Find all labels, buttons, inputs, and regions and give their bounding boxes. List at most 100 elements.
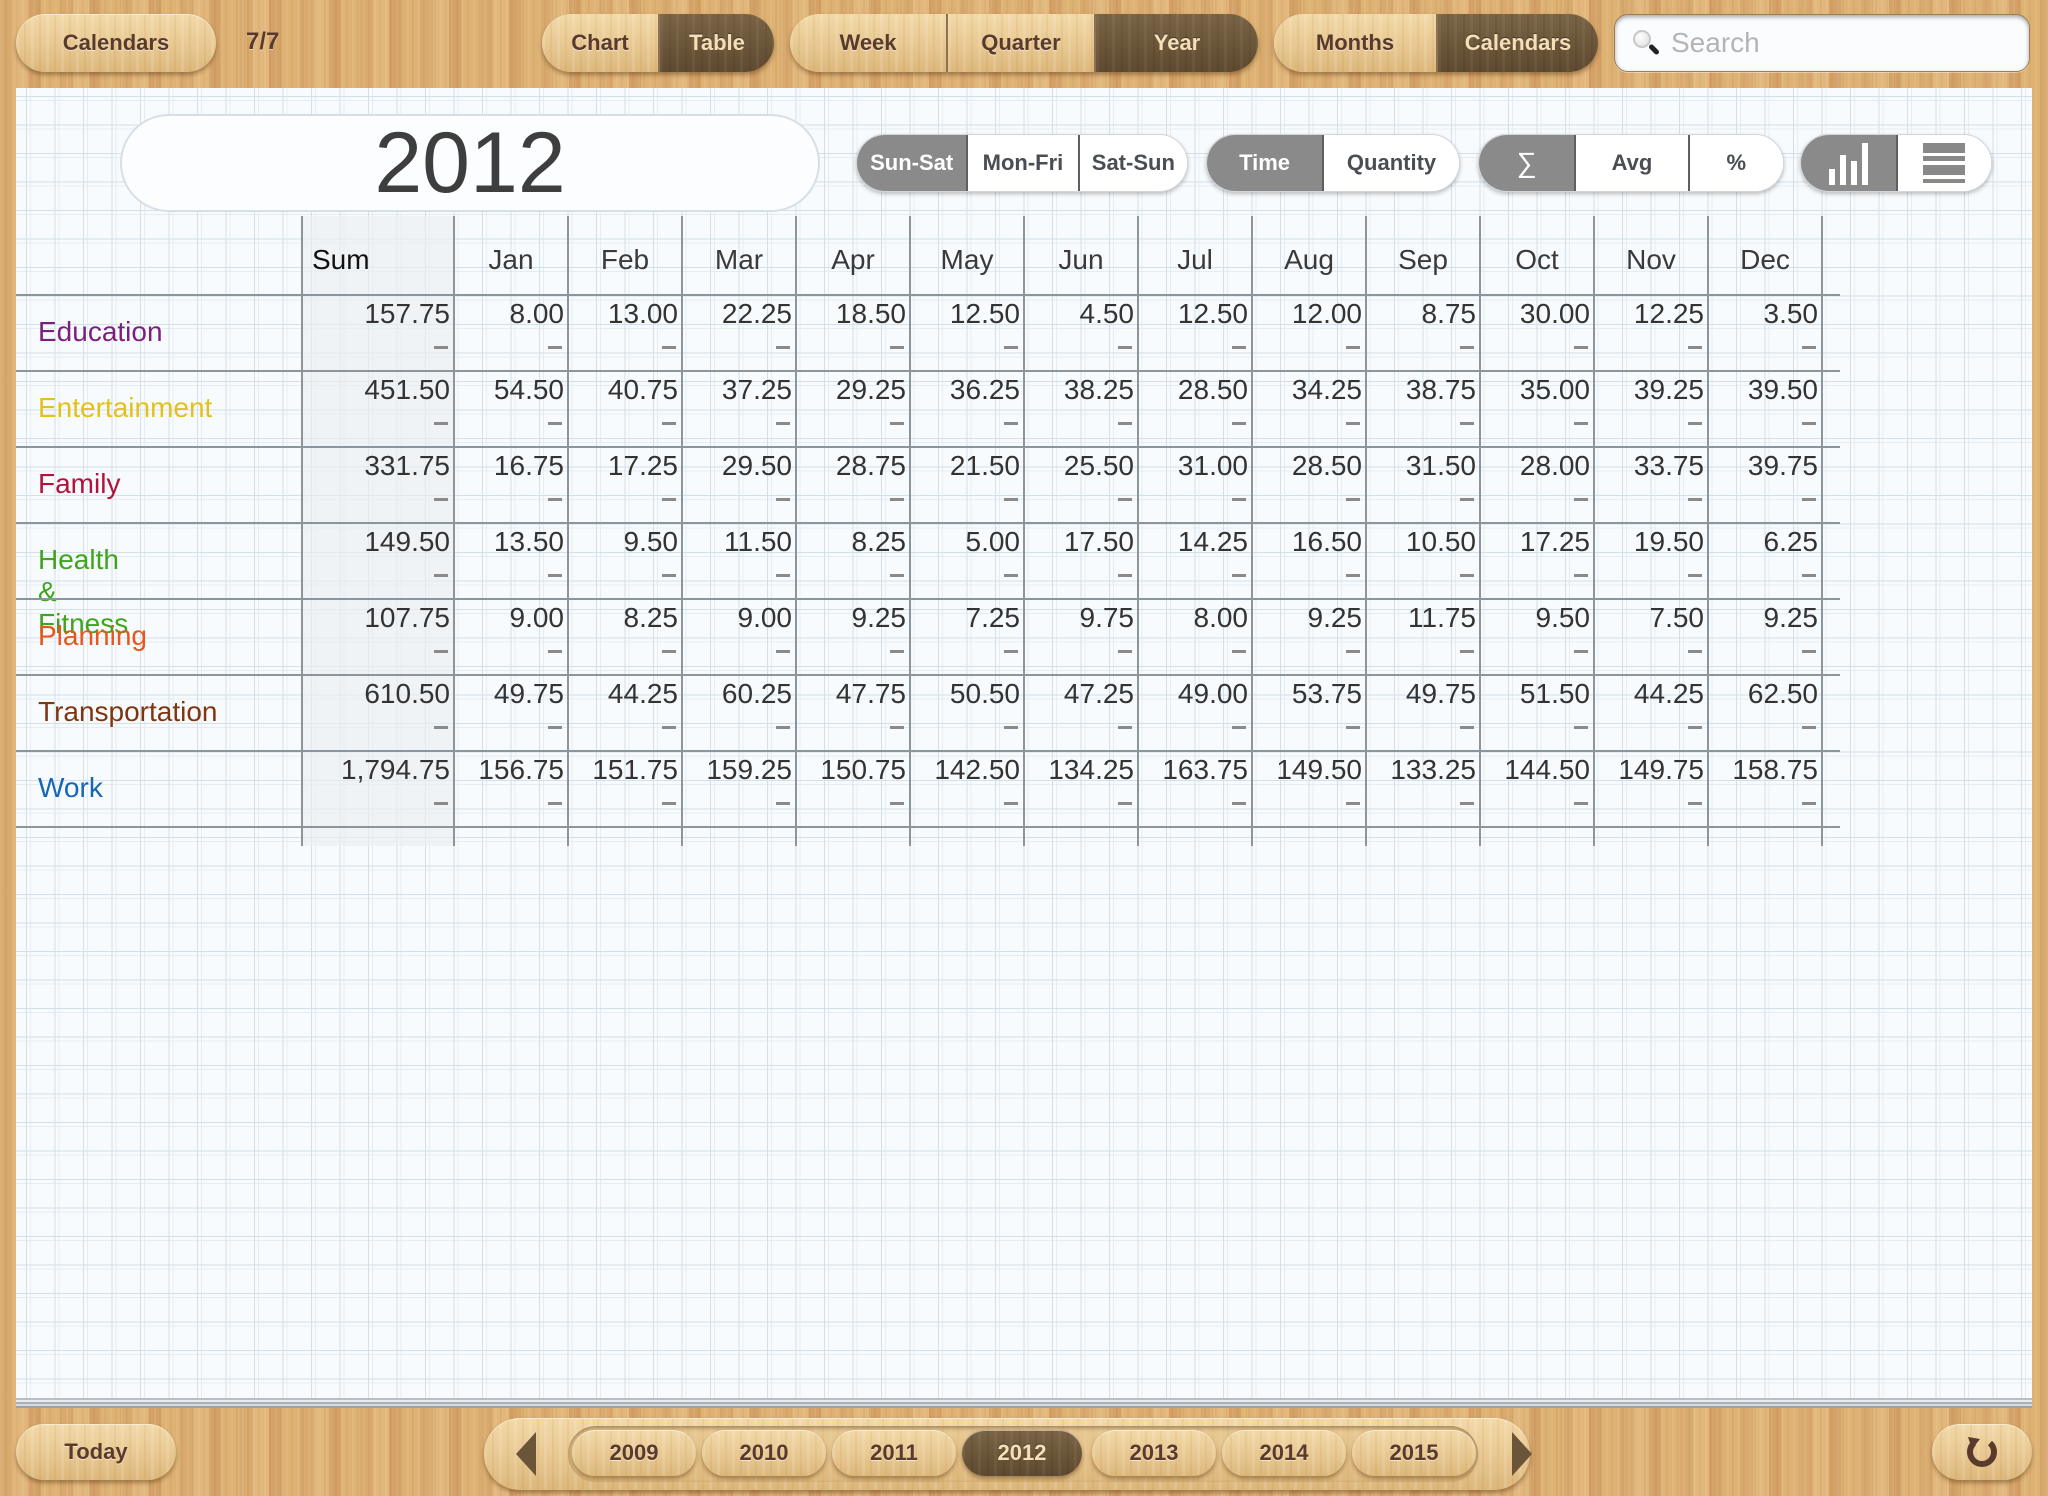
tab-year[interactable]: Year bbox=[1094, 14, 1258, 72]
table-cell[interactable]: 49.75 bbox=[1366, 678, 1476, 710]
column-header-apr[interactable]: Apr bbox=[796, 244, 910, 276]
table-cell[interactable]: 47.75 bbox=[796, 678, 906, 710]
column-header-jul[interactable]: Jul bbox=[1138, 244, 1252, 276]
table-cell[interactable]: 9.25 bbox=[1708, 602, 1819, 634]
table-cell[interactable]: 22.25 bbox=[682, 298, 792, 330]
table-cell[interactable]: 39.25 bbox=[1594, 374, 1704, 406]
column-header-sep[interactable]: Sep bbox=[1366, 244, 1480, 276]
table-cell[interactable]: 451.50 bbox=[302, 374, 450, 406]
table-cell[interactable]: 51.50 bbox=[1480, 678, 1590, 710]
table-cell[interactable]: 50.50 bbox=[910, 678, 1020, 710]
aggregate-percent[interactable]: % bbox=[1687, 135, 1783, 191]
table-cell[interactable]: 7.50 bbox=[1594, 602, 1705, 634]
table-cell[interactable]: 28.00 bbox=[1480, 450, 1590, 482]
row-label-1[interactable]: Entertainment bbox=[38, 392, 212, 424]
table-cell[interactable]: 62.50 bbox=[1708, 678, 1818, 710]
tab-week[interactable]: Week bbox=[790, 14, 946, 72]
filter-mon-fri[interactable]: Mon-Fri bbox=[966, 135, 1078, 191]
table-cell[interactable]: 149.50 bbox=[1252, 754, 1362, 786]
table-cell[interactable]: 14.25 bbox=[1138, 526, 1248, 558]
year-button-2015[interactable]: 2015 bbox=[1352, 1430, 1476, 1476]
table-cell[interactable]: 17.50 bbox=[1024, 526, 1134, 558]
table-cell[interactable]: 158.75 bbox=[1708, 754, 1818, 786]
tab-calendars[interactable]: Calendars bbox=[1436, 14, 1598, 72]
year-button-2012[interactable]: 2012 bbox=[962, 1430, 1082, 1476]
today-button[interactable]: Today bbox=[16, 1424, 176, 1480]
tab-quarter[interactable]: Quarter bbox=[946, 14, 1094, 72]
search-field[interactable] bbox=[1614, 14, 2030, 72]
table-cell[interactable]: 9.50 bbox=[568, 526, 679, 558]
table-cell[interactable]: 331.75 bbox=[302, 450, 450, 482]
table-cell[interactable]: 17.25 bbox=[568, 450, 678, 482]
filter-sun-sat[interactable]: Sun-Sat bbox=[857, 135, 967, 191]
column-header-oct[interactable]: Oct bbox=[1480, 244, 1594, 276]
table-cell[interactable]: 16.50 bbox=[1252, 526, 1362, 558]
table-cell[interactable]: 9.00 bbox=[682, 602, 793, 634]
column-header-mar[interactable]: Mar bbox=[682, 244, 796, 276]
year-button-2009[interactable]: 2009 bbox=[572, 1430, 696, 1476]
table-cell[interactable]: 38.75 bbox=[1366, 374, 1476, 406]
aggregate-sum[interactable]: ∑ bbox=[1479, 135, 1575, 191]
refresh-button[interactable] bbox=[1932, 1424, 2032, 1480]
table-cell[interactable]: 610.50 bbox=[302, 678, 450, 710]
table-cell[interactable]: 36.25 bbox=[910, 374, 1020, 406]
year-button-2013[interactable]: 2013 bbox=[1092, 1430, 1216, 1476]
table-cell[interactable]: 29.50 bbox=[682, 450, 792, 482]
year-button-2010[interactable]: 2010 bbox=[702, 1430, 826, 1476]
row-label-5[interactable]: Transportation bbox=[38, 696, 218, 728]
table-cell[interactable]: 37.25 bbox=[682, 374, 792, 406]
table-cell[interactable]: 49.75 bbox=[454, 678, 564, 710]
table-cell[interactable]: 16.75 bbox=[454, 450, 564, 482]
column-header-dec[interactable]: Dec bbox=[1708, 244, 1822, 276]
table-cell[interactable]: 13.00 bbox=[568, 298, 678, 330]
year-button-2014[interactable]: 2014 bbox=[1222, 1430, 1346, 1476]
table-cell[interactable]: 19.50 bbox=[1594, 526, 1704, 558]
table-cell[interactable]: 10.50 bbox=[1366, 526, 1476, 558]
table-cell[interactable]: 13.50 bbox=[454, 526, 564, 558]
table-cell[interactable]: 163.75 bbox=[1138, 754, 1248, 786]
table-cell[interactable]: 6.25 bbox=[1708, 526, 1819, 558]
column-header-jun[interactable]: Jun bbox=[1024, 244, 1138, 276]
table-cell[interactable]: 31.50 bbox=[1366, 450, 1476, 482]
table-cell[interactable]: 30.00 bbox=[1480, 298, 1590, 330]
table-cell[interactable]: 18.50 bbox=[796, 298, 906, 330]
table-cell[interactable]: 149.75 bbox=[1594, 754, 1704, 786]
table-cell[interactable]: 54.50 bbox=[454, 374, 564, 406]
table-cell[interactable]: 29.25 bbox=[796, 374, 906, 406]
row-label-6[interactable]: Work bbox=[38, 772, 103, 804]
table-cell[interactable]: 107.75 bbox=[302, 602, 450, 634]
table-cell[interactable]: 9.25 bbox=[796, 602, 907, 634]
table-cell[interactable]: 8.00 bbox=[454, 298, 565, 330]
table-cell[interactable]: 38.25 bbox=[1024, 374, 1134, 406]
table-cell[interactable]: 157.75 bbox=[302, 298, 450, 330]
column-header-sum[interactable]: Sum bbox=[312, 244, 392, 276]
measure-time[interactable]: Time bbox=[1207, 135, 1323, 191]
table-cell[interactable]: 53.75 bbox=[1252, 678, 1362, 710]
table-cell[interactable]: 34.25 bbox=[1252, 374, 1362, 406]
column-header-nov[interactable]: Nov bbox=[1594, 244, 1708, 276]
table-cell[interactable]: 35.00 bbox=[1480, 374, 1590, 406]
table-cell[interactable]: 39.50 bbox=[1708, 374, 1818, 406]
table-cell[interactable]: 28.50 bbox=[1252, 450, 1362, 482]
list-display-button[interactable] bbox=[1895, 135, 1991, 191]
row-label-4[interactable]: Planning bbox=[38, 620, 147, 652]
table-cell[interactable]: 142.50 bbox=[910, 754, 1020, 786]
measure-quantity[interactable]: Quantity bbox=[1322, 135, 1459, 191]
table-cell[interactable]: 47.25 bbox=[1024, 678, 1134, 710]
table-cell[interactable]: 12.50 bbox=[1138, 298, 1248, 330]
table-cell[interactable]: 156.75 bbox=[454, 754, 564, 786]
table-cell[interactable]: 150.75 bbox=[796, 754, 906, 786]
table-cell[interactable]: 28.50 bbox=[1138, 374, 1248, 406]
table-cell[interactable]: 144.50 bbox=[1480, 754, 1590, 786]
calendars-button[interactable]: Calendars bbox=[16, 14, 216, 72]
aggregate-avg[interactable]: Avg bbox=[1574, 135, 1688, 191]
filter-sat-sun[interactable]: Sat-Sun bbox=[1077, 135, 1187, 191]
table-cell[interactable]: 11.75 bbox=[1366, 602, 1476, 634]
column-header-feb[interactable]: Feb bbox=[568, 244, 682, 276]
table-cell[interactable]: 8.00 bbox=[1138, 602, 1249, 634]
table-cell[interactable]: 159.25 bbox=[682, 754, 792, 786]
table-cell[interactable]: 21.50 bbox=[910, 450, 1020, 482]
table-cell[interactable]: 11.50 bbox=[682, 526, 792, 558]
table-cell[interactable]: 12.25 bbox=[1594, 298, 1704, 330]
table-cell[interactable]: 49.00 bbox=[1138, 678, 1248, 710]
